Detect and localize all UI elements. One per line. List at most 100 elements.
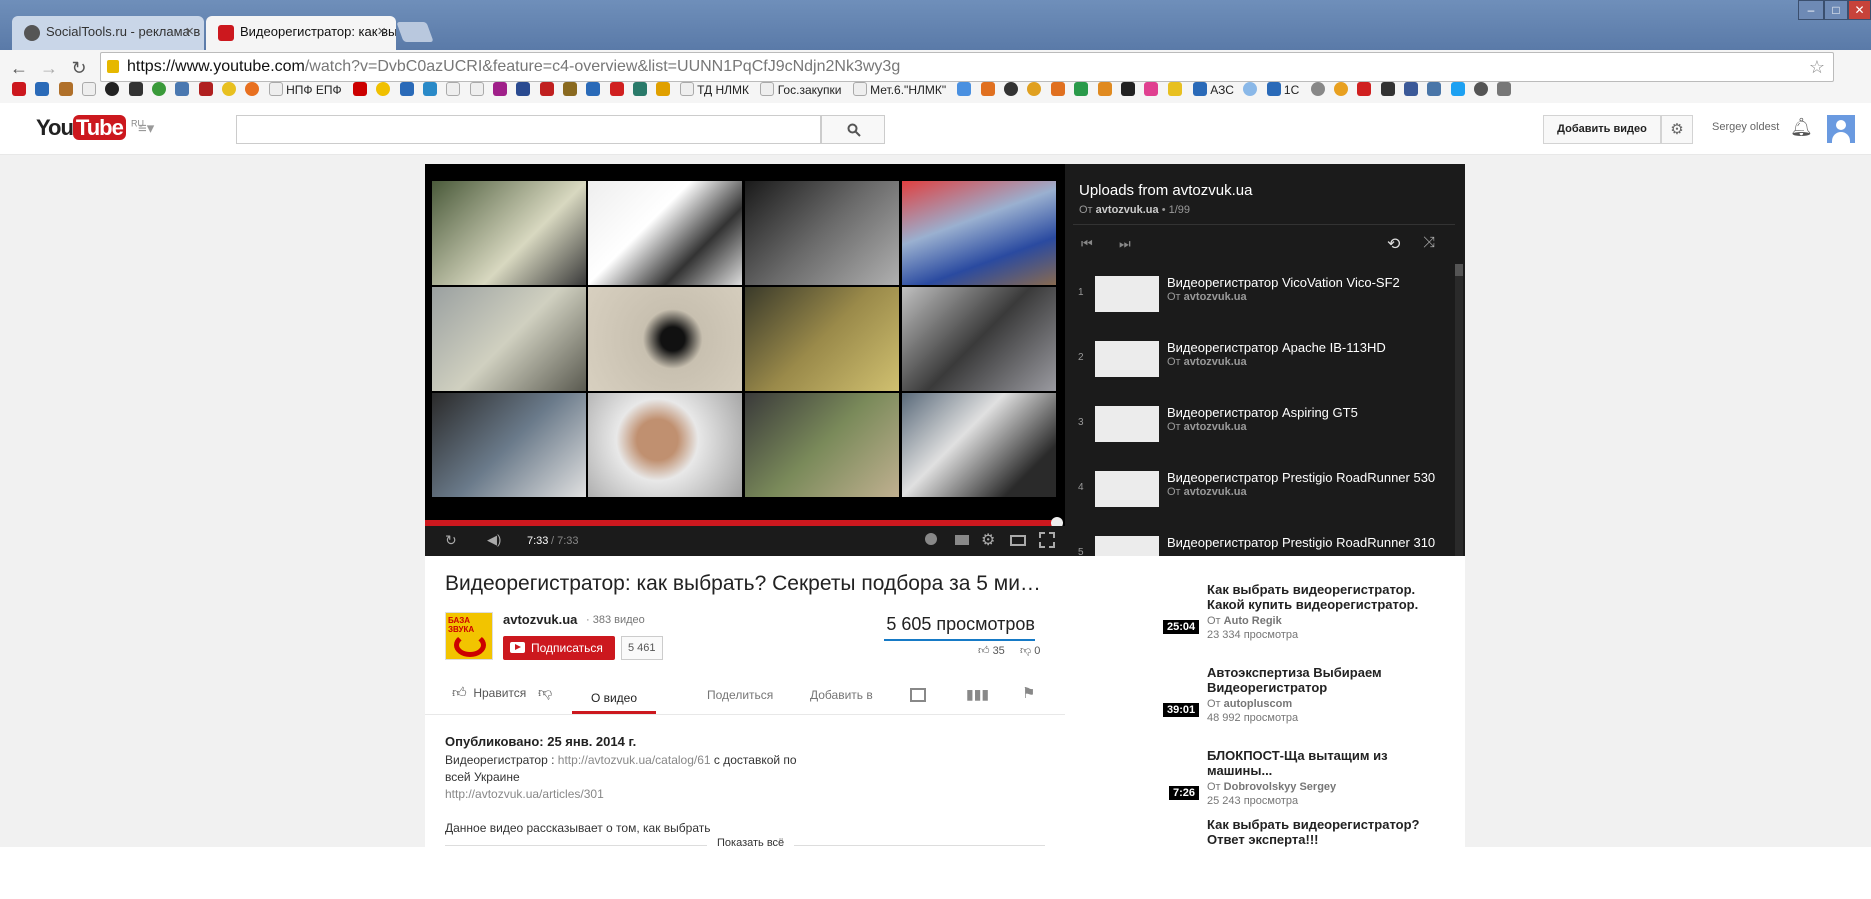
bookmark-icon[interactable] — [152, 82, 167, 96]
notifications-bell-icon[interactable]: 🔔︎ — [1790, 117, 1813, 138]
description-link[interactable]: http://avtozvuk.ua/catalog/61 — [558, 753, 711, 767]
bookmark-icon[interactable] — [1474, 82, 1489, 96]
bookmark-icon[interactable] — [1380, 82, 1395, 96]
bookmark-icon[interactable] — [563, 82, 578, 96]
tab-share[interactable]: Поделиться — [707, 688, 773, 702]
bookmark-icon[interactable] — [1027, 82, 1042, 96]
bookmark-icon[interactable] — [493, 82, 508, 96]
fullscreen-icon[interactable] — [1039, 532, 1055, 548]
bookmark-icon[interactable] — [1427, 82, 1442, 96]
bookmark-icon[interactable] — [35, 82, 50, 96]
playlist-title[interactable]: Uploads from avtozvuk.ua — [1079, 182, 1252, 199]
stats-icon[interactable]: ▮▮▮ — [966, 686, 989, 703]
show-more-button[interactable]: Показать всё — [707, 837, 795, 849]
bookmark-icon[interactable] — [586, 82, 601, 96]
bookmark-met6[interactable]: Мет.6."НЛМК" — [870, 83, 946, 97]
playlist-item[interactable]: 3 Видеорегистратор Aspiring GT5 От avtoz… — [1065, 394, 1455, 459]
like-button[interactable]: 👍︎ Нравится — [452, 684, 526, 701]
close-tab-icon[interactable]: × — [377, 23, 386, 40]
description-link[interactable]: http://avtozvuk.ua/articles/301 — [445, 787, 604, 801]
bookmark-icon[interactable] — [1074, 82, 1089, 96]
theater-mode-icon[interactable] — [1010, 535, 1026, 546]
settings-gear-button[interactable]: ⚙ — [1661, 115, 1693, 144]
bookmark-icon[interactable] — [198, 82, 213, 96]
playlist-item[interactable]: 2 Видеорегистратор Apache IB-113HD От av… — [1065, 329, 1455, 394]
scrollbar-thumb[interactable] — [1455, 264, 1463, 276]
bookmark-icon[interactable] — [1310, 82, 1325, 96]
shuffle-icon[interactable]: ⤨ — [1423, 234, 1435, 251]
bookmark-goszakupki[interactable]: Гос.закупки — [778, 83, 842, 97]
bookmark-icon[interactable] — [1120, 82, 1135, 96]
page-icon[interactable] — [446, 82, 461, 96]
captions-icon[interactable] — [955, 535, 969, 545]
tab-socialtools[interactable]: SocialTools.ru - реклама в × — [12, 16, 204, 50]
related-video[interactable]: 39:01 Автоэкспертиза Выбираем Видеорегис… — [1065, 651, 1465, 733]
bookmark-icon[interactable] — [222, 82, 237, 96]
bookmark-icon[interactable] — [376, 82, 391, 96]
page-icon[interactable] — [82, 82, 97, 96]
bookmark-icon[interactable] — [245, 82, 260, 96]
bookmark-td-nlmk[interactable]: ТД НЛМК — [697, 83, 749, 97]
previous-icon[interactable]: ⏮︎ — [1081, 236, 1093, 252]
bookmark-icon[interactable] — [1144, 82, 1159, 96]
transcript-icon[interactable] — [910, 688, 926, 702]
search-input[interactable] — [236, 115, 821, 144]
youtube-logo[interactable]: You Tube RU — [36, 115, 144, 141]
bookmark-icon[interactable] — [1167, 82, 1182, 96]
playlist-channel[interactable]: avtozvuk.ua — [1096, 204, 1159, 216]
bookmark-icon[interactable] — [105, 82, 120, 96]
flag-icon[interactable]: ⚑ — [1022, 684, 1035, 702]
channel-name[interactable]: avtozvuk.ua — [503, 612, 577, 627]
page-icon[interactable] — [469, 82, 484, 96]
bookmark-azs[interactable]: АЗС — [1210, 83, 1234, 97]
user-name[interactable]: Sergey oldest — [1712, 121, 1779, 133]
back-button[interactable]: ← — [8, 57, 30, 79]
gear-icon[interactable]: ⚙ — [981, 530, 995, 550]
bookmark-icon[interactable] — [1192, 82, 1207, 96]
bookmark-icon[interactable] — [516, 82, 531, 96]
youtube-bookmark-icon[interactable] — [12, 82, 26, 96]
bookmark-icon[interactable] — [1004, 82, 1019, 96]
bookmark-icon[interactable] — [352, 82, 367, 96]
loop-icon[interactable]: ⟲ — [1387, 234, 1400, 254]
bookmark-icon[interactable] — [1403, 82, 1418, 96]
download-icon[interactable] — [1497, 82, 1512, 96]
bookmark-icon[interactable] — [399, 82, 414, 96]
close-tab-icon[interactable]: × — [185, 23, 194, 40]
star-icon[interactable]: ☆ — [1809, 53, 1825, 81]
next-icon[interactable]: ⏭︎ — [1119, 236, 1131, 252]
search-button[interactable] — [821, 115, 885, 144]
avatar[interactable] — [1827, 115, 1855, 143]
bookmark-icon[interactable] — [1333, 82, 1348, 96]
forward-button[interactable]: → — [38, 57, 60, 79]
related-video[interactable]: 25:04 Как выбрать видеорегистратор. Како… — [1065, 568, 1465, 650]
channel-logo[interactable]: БАЗА ЗВУКА — [445, 612, 493, 660]
playlist-item[interactable]: 5 Видеорегистратор Prestigio RoadRunner … — [1065, 524, 1455, 556]
playlist-item[interactable]: 1 Видеорегистратор VicoVation Vico-SF2 О… — [1065, 264, 1455, 329]
related-video[interactable]: Как выбрать видеорегистратор? Ответ эксп… — [1065, 817, 1465, 899]
minimize-button[interactable]: – — [1798, 0, 1824, 20]
reload-button[interactable]: ↻ — [68, 57, 90, 79]
bookmark-icon[interactable] — [656, 82, 671, 96]
bookmark-icon[interactable] — [633, 82, 648, 96]
bookmark-icon[interactable] — [1243, 82, 1258, 96]
bookmark-icon[interactable] — [1266, 82, 1281, 96]
upload-button[interactable]: Добавить видео — [1543, 115, 1661, 144]
maximize-button[interactable]: □ — [1824, 0, 1848, 20]
bookmark-icon[interactable] — [1450, 82, 1465, 96]
bookmark-icon[interactable] — [423, 82, 437, 96]
bookmark-icon[interactable] — [175, 82, 190, 96]
new-tab-button[interactable] — [396, 22, 434, 42]
playlist-item[interactable]: 4 Видеорегистратор Prestigio RoadRunner … — [1065, 459, 1455, 524]
bookmark-icon[interactable] — [58, 82, 73, 96]
video-player[interactable] — [425, 164, 1065, 556]
bookmark-icon[interactable] — [957, 82, 972, 96]
playlist-scrollbar[interactable] — [1455, 264, 1463, 556]
replay-icon[interactable]: ↻ — [445, 532, 457, 549]
tab-youtube[interactable]: Видеорегистратор: как вы × — [206, 16, 396, 50]
bookmark-icon[interactable] — [980, 82, 995, 96]
address-bar[interactable]: https://www.youtube.com/watch?v=DvbC0azU… — [100, 52, 1834, 82]
bookmark-icon[interactable] — [1357, 82, 1372, 96]
bookmark-icon[interactable] — [1097, 82, 1112, 96]
bookmark-npf[interactable]: НПФ ЕПФ — [286, 83, 342, 97]
